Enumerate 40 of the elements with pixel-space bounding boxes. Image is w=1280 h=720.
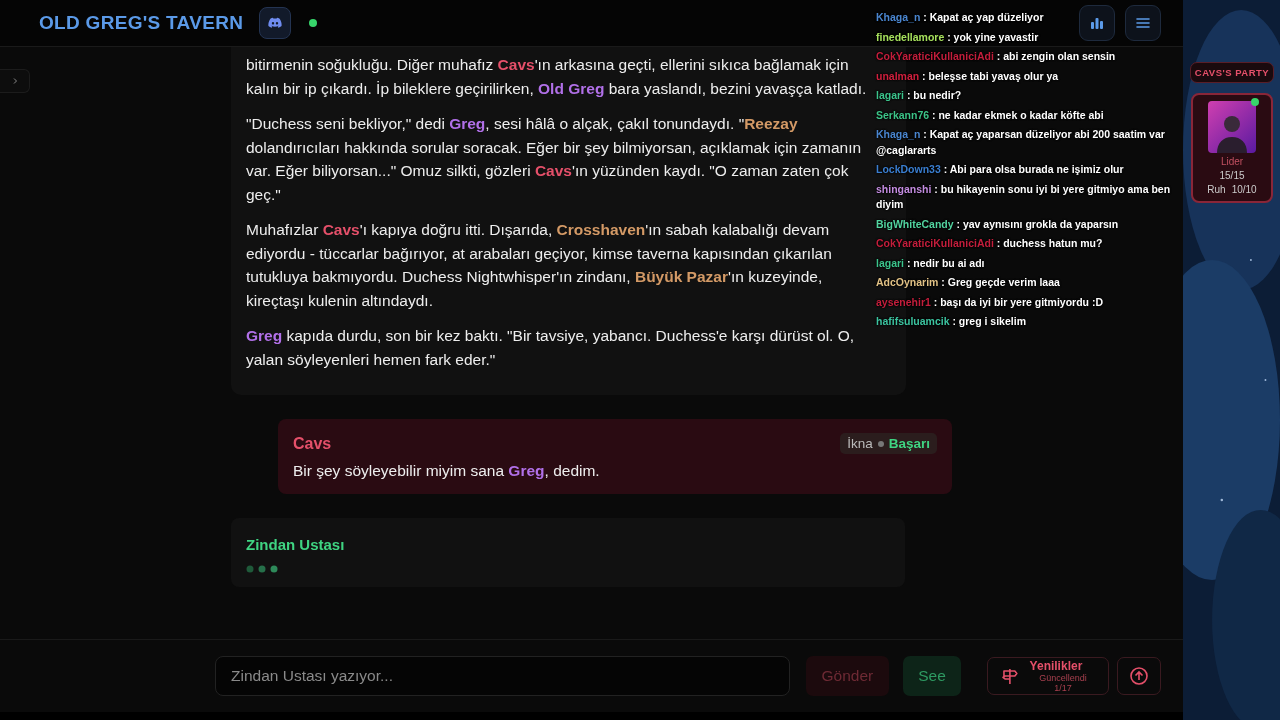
menu-button[interactable] [1125, 5, 1161, 41]
chat-message: finedellamore : yok yine yavastir [876, 29, 1039, 45]
speaker-name: Cavs [293, 434, 332, 453]
stat-value: 10/10 [1231, 184, 1257, 195]
chat-message: hafifsuluamcik : greg i sikelim [876, 314, 1026, 329]
bar-chart-icon [1089, 15, 1105, 31]
app-title: OLD GREG'S TAVERN [39, 12, 244, 34]
discord-button[interactable] [259, 7, 292, 39]
stat-value: 15/15 [1219, 170, 1245, 181]
action-text: Bir şey söyleyebilir miyim sana Greg, dedim. [293, 462, 601, 480]
chat-message: LockDown33 : Abi para olsa burada ne işimiz olur [876, 162, 1124, 177]
chat-message: CokYaraticiKullaniciAdi : duchess hatun mu? [876, 236, 1103, 251]
menu-icon [1135, 15, 1151, 31]
chat-message: lagari : nedir bu ai adı [876, 255, 985, 271]
member-role: Lider [1220, 156, 1244, 167]
scroll-up-button[interactable] [1117, 657, 1161, 695]
check-result: Başarı [888, 436, 930, 451]
discord-icon [267, 15, 284, 31]
chat-message: lagari : bu nedir? [876, 88, 962, 103]
chat-message: Khaga_n : Kapat aç yap düzeliyor [876, 10, 1044, 25]
stat-label: Ruh [1207, 184, 1226, 195]
party-button[interactable]: CAVS'S PARTY [1190, 62, 1274, 83]
chat-message: Khaga_n : Kapat aç yaparsan düzeliyor abi 200 saatim var @caglararts [876, 127, 1166, 158]
signpost-icon [999, 666, 1020, 686]
updates-button[interactable]: Yenilikler Güncellendi 1/17 [986, 657, 1110, 695]
stats-button[interactable] [1079, 5, 1115, 41]
chat-message: shinganshi : bu hikayenin sonu iyi bi yere gitmiyo ama ben diyim [876, 181, 1172, 212]
chat-message: aysenehir1 : başı da iyi bir yere gitmiyordu :D [876, 294, 1103, 310]
chat-message: AdcOynarim : Greg geçde verim laaa [876, 275, 1060, 290]
arrow-up-icon [1129, 666, 1150, 686]
chat-message: unalman : beleşse tabi yavaş olur ya [876, 68, 1059, 84]
narrator-name: Zindan Ustası [246, 536, 346, 553]
skill-name: İkna [847, 436, 873, 451]
story-paragraph: Greg kapıda durdu, son bir kez baktı. "Bir tavsiye, yabancı. Duchess'e karşı dürüst ol. O, yalan söyleyenleri hemen fark eder." [246, 326, 856, 370]
see-button[interactable]: See [903, 656, 961, 696]
chat-message: CokYaraticiKullaniciAdi : abi zengin olan sensin [876, 49, 1116, 64]
sidebar-toggle[interactable] [0, 69, 30, 93]
chat-message: Serkann76 : ne kadar ekmek o kadar köfte abi [876, 107, 1104, 123]
chat-message: BigWhiteCandy : yav aynısını grokla da yaparsın [876, 216, 1119, 232]
message-input[interactable]: Zindan Ustası yazıyor... [215, 656, 790, 696]
